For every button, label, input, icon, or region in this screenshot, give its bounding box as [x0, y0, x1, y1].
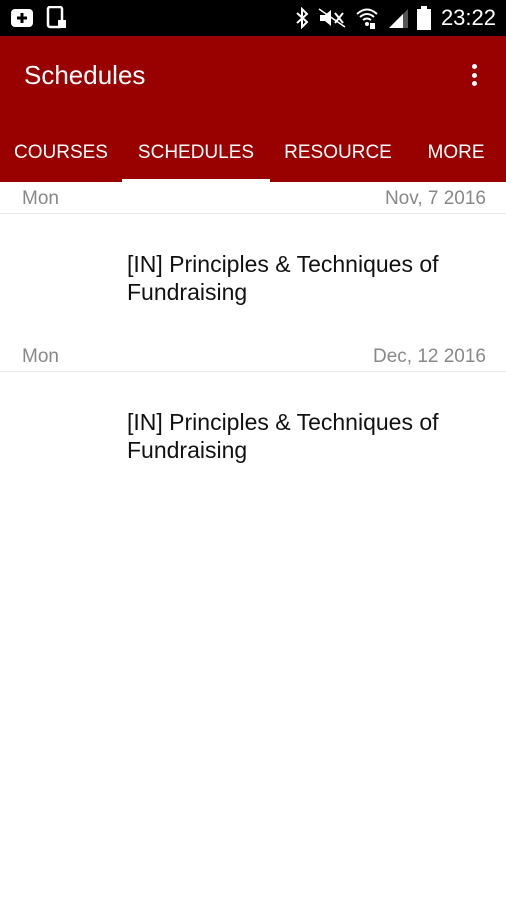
tab-resource[interactable]: RESOURCE	[270, 124, 406, 182]
event-title: [IN] Principles & Techniques of Fundrais…	[127, 251, 439, 305]
app-bar: Schedules COURSES SCHEDULES RESOURCE MOR…	[0, 36, 506, 182]
date-header-day: Mon	[22, 346, 59, 367]
bluetooth-icon	[295, 7, 309, 29]
tab-more[interactable]: MORE	[406, 124, 506, 182]
event-title: [IN] Principles & Techniques of Fundrais…	[127, 409, 439, 463]
list-item[interactable]: [IN] Principles & Techniques of Fundrais…	[0, 214, 506, 340]
status-bar: 23:22	[0, 0, 506, 36]
more-vert-icon	[471, 64, 477, 69]
app-screen: 23:22 Schedules COURSES SCHEDULES RESOUR…	[0, 0, 506, 900]
status-right-icons: 23:22	[295, 4, 496, 32]
page-title: Schedules	[24, 60, 146, 90]
more-vert-icon-dot	[471, 72, 477, 78]
screen-mirror-icon	[10, 7, 34, 29]
schedule-list[interactable]: Mon Nov, 7 2016 [IN] Principles & Techni…	[0, 182, 506, 498]
date-header-date: Nov, 7 2016	[384, 188, 486, 209]
status-time: 23:22	[440, 5, 496, 30]
date-header-day: Mon	[22, 188, 59, 209]
tab-schedules[interactable]: SCHEDULES	[122, 124, 270, 182]
more-vert-icon-dot	[471, 81, 477, 86]
wifi-icon	[355, 6, 379, 30]
mute-icon	[317, 7, 347, 29]
signal-icon	[387, 7, 409, 29]
battery-icon	[416, 6, 431, 30]
date-header: Mon Nov, 7 2016	[0, 182, 506, 214]
cast-icon	[46, 6, 68, 30]
status-left-icons	[10, 6, 68, 30]
date-header: Mon Dec, 12 2016	[0, 340, 506, 372]
tab-bar: COURSES SCHEDULES RESOURCE MORE	[0, 124, 506, 182]
date-header-date: Dec, 12 2016	[372, 346, 486, 367]
list-item[interactable]: [IN] Principles & Techniques of Fundrais…	[0, 372, 506, 498]
more-options-button[interactable]	[462, 58, 486, 92]
tab-courses[interactable]: COURSES	[0, 124, 122, 182]
